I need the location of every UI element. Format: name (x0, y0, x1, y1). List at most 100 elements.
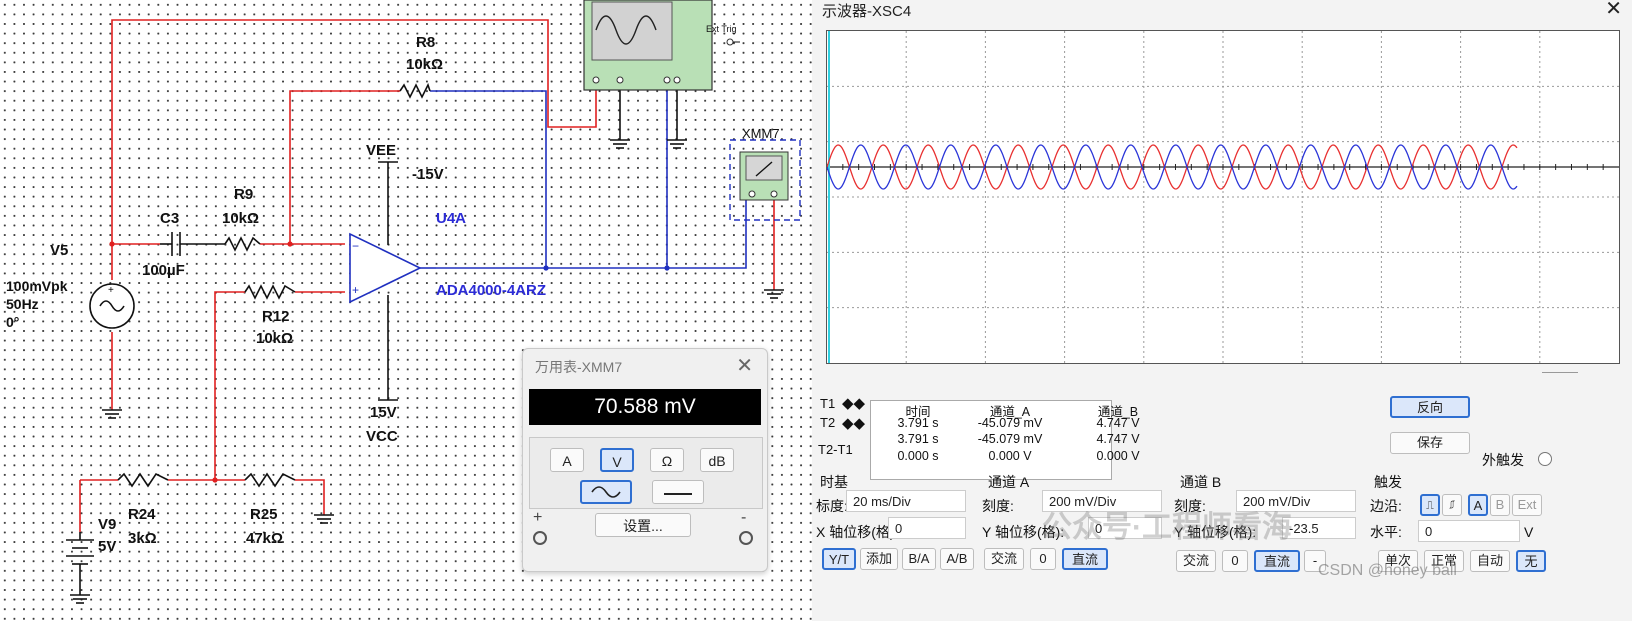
close-icon[interactable]: ✕ (736, 353, 753, 378)
v9-name: V9 (98, 516, 117, 533)
oscilloscope-title: 示波器-XSC4 (822, 3, 912, 20)
cursor-readout: 时间 通道_A 通道_B 3.791 s -45.079 mV 4.747 V … (870, 400, 1140, 480)
settings-button[interactable]: 设置... (595, 513, 691, 537)
channel-a-title: 通道 A (988, 474, 1030, 490)
r8-value: 10kΩ (406, 56, 444, 73)
ac-mode-button[interactable] (580, 480, 632, 504)
t2-t1-label: T2-T1 (818, 442, 853, 457)
vcc-value: 15V (370, 404, 397, 421)
opamp-part: ADA4000-4ARZ (436, 282, 547, 299)
t2-channel-a: -45.079 mV (977, 432, 1043, 446)
v5-amp: 100mVpk (6, 278, 68, 294)
t2-channel-b: 4.747 V (1096, 432, 1140, 446)
mode-a-button[interactable]: A (550, 448, 584, 472)
channel-a-ac-button[interactable]: 交流 (984, 548, 1024, 570)
t2-time: 3.791 s (897, 432, 939, 446)
r25-value: 47kΩ (246, 530, 284, 547)
c3-name: C3 (160, 210, 180, 227)
plus-terminal-icon[interactable] (533, 531, 547, 545)
ext-trigger-label: 外触发 (1482, 452, 1524, 468)
watermark-credit: CSDN @honey ball (1318, 562, 1457, 579)
ac-wave-icon (591, 486, 621, 498)
v5-name: V5 (50, 242, 69, 259)
channel-b-ypos-field[interactable]: -23.5 (1282, 517, 1356, 539)
dc-line-icon (664, 493, 692, 496)
oscilloscope-window[interactable]: 示波器-XSC4 ✕ T1 T2 T2-T1 ◆◆ ◆◆ 时间 通道_A 通道_… (812, 0, 1632, 621)
t2-label: T2 (820, 415, 836, 430)
scope-traces (826, 31, 1619, 363)
rising-edge-icon[interactable]: ⎍ (1420, 494, 1440, 516)
t1-channel-a: -45.079 mV (977, 416, 1043, 430)
save-button[interactable]: 保存 (1390, 432, 1470, 454)
t1-arrows-icon[interactable]: ◆◆ (842, 394, 865, 412)
scope-ext-trig: Ext Trig (706, 24, 737, 34)
ab-button[interactable]: A/B (940, 548, 974, 570)
watermark-text: 公众号·工程师看海 (1042, 511, 1292, 544)
auto-button[interactable]: 自动 (1470, 550, 1510, 572)
trigger-source-ext[interactable]: Ext (1512, 494, 1542, 516)
timebase-scale-field[interactable]: 20 ms/Div (846, 490, 966, 512)
channel-b-ac-button[interactable]: 交流 (1176, 550, 1216, 572)
v5-freq: 50Hz (6, 296, 39, 312)
channel-a-zero-button[interactable]: 0 (1030, 548, 1056, 570)
vee-value: -15V (412, 166, 444, 183)
channel-b-dc-button[interactable]: 直流 (1254, 550, 1300, 572)
plus-terminal-label: + (533, 509, 543, 526)
t1-channel-b: 4.747 V (1096, 416, 1140, 430)
svg-text:−: − (352, 239, 359, 253)
mode-ohm-button[interactable]: Ω (650, 448, 684, 472)
close-icon[interactable]: ✕ (1605, 0, 1622, 21)
multimeter-window[interactable]: 万用表-XMM7 ✕ 70.588 mV A V Ω dB + - 设置... (522, 348, 768, 572)
trigger-level-field[interactable]: 0 (1418, 520, 1520, 542)
minus-terminal-label: - (741, 509, 747, 526)
r8-name: R8 (416, 34, 436, 51)
trigger-level-unit: V (1524, 524, 1534, 540)
r12-name: R12 (262, 308, 290, 325)
vee-label: VEE (366, 142, 397, 159)
channel-a-dc-button[interactable]: 直流 (1062, 548, 1108, 570)
timebase-xpos-field[interactable]: 0 (888, 517, 966, 539)
diff-channel-a: 0.000 V (988, 449, 1032, 463)
t2-arrows-icon[interactable]: ◆◆ (842, 414, 865, 432)
ba-button[interactable]: B/A (902, 548, 936, 570)
opamp-ref: U4A (436, 210, 467, 227)
r9-name: R9 (234, 186, 254, 203)
channel-b-zero-button[interactable]: 0 (1222, 550, 1248, 572)
diff-time: 0.000 s (897, 449, 939, 463)
reverse-button[interactable]: 反向 (1390, 396, 1470, 418)
xmm-name: XMM7 (742, 126, 780, 141)
dc-mode-button[interactable] (652, 480, 704, 504)
channel-b-title: 通道 B (1180, 474, 1222, 490)
mode-db-button[interactable]: dB (700, 448, 734, 472)
trigger-source-a[interactable]: A (1468, 494, 1488, 516)
ext-trigger-terminal-icon[interactable] (1538, 452, 1552, 466)
mode-v-button[interactable]: V (600, 448, 634, 472)
add-button[interactable]: 添加 (860, 548, 898, 570)
trigger-level-label: 水平: (1370, 524, 1402, 540)
r12-value: 10kΩ (256, 330, 294, 347)
multimeter-title: 万用表-XMM7 (535, 359, 623, 375)
none-button[interactable]: 无 (1516, 550, 1546, 572)
c3-value: 100µF (142, 262, 185, 279)
falling-edge-icon[interactable]: ⎎ (1442, 494, 1462, 516)
r9-value: 10kΩ (222, 210, 260, 227)
trigger-edge-label: 边沿: (1370, 498, 1402, 514)
yt-button[interactable]: Y/T (822, 548, 856, 570)
timebase-xpos-label: X 轴位移(格): (816, 524, 899, 540)
scope-screen (826, 30, 1620, 364)
v9-value: 5V (98, 538, 117, 555)
timebase-title: 时基 (820, 474, 848, 490)
minus-terminal-icon[interactable] (739, 531, 753, 545)
v5-phase: 0° (6, 314, 20, 330)
t1-label: T1 (820, 396, 836, 411)
r24-value: 3kΩ (128, 530, 157, 547)
timebase-scale-label: 标度: (816, 498, 848, 514)
vcc-label: VCC (366, 428, 398, 445)
multimeter-reading: 70.588 mV (529, 389, 761, 425)
resize-divider[interactable] (1542, 372, 1578, 373)
multimeter-controls: A V Ω dB (529, 437, 763, 509)
r25-name: R25 (250, 506, 278, 523)
channel-a-scale-label: 刻度: (982, 498, 1014, 514)
trigger-source-b[interactable]: B (1490, 494, 1510, 516)
diff-channel-b: 0.000 V (1096, 449, 1140, 463)
